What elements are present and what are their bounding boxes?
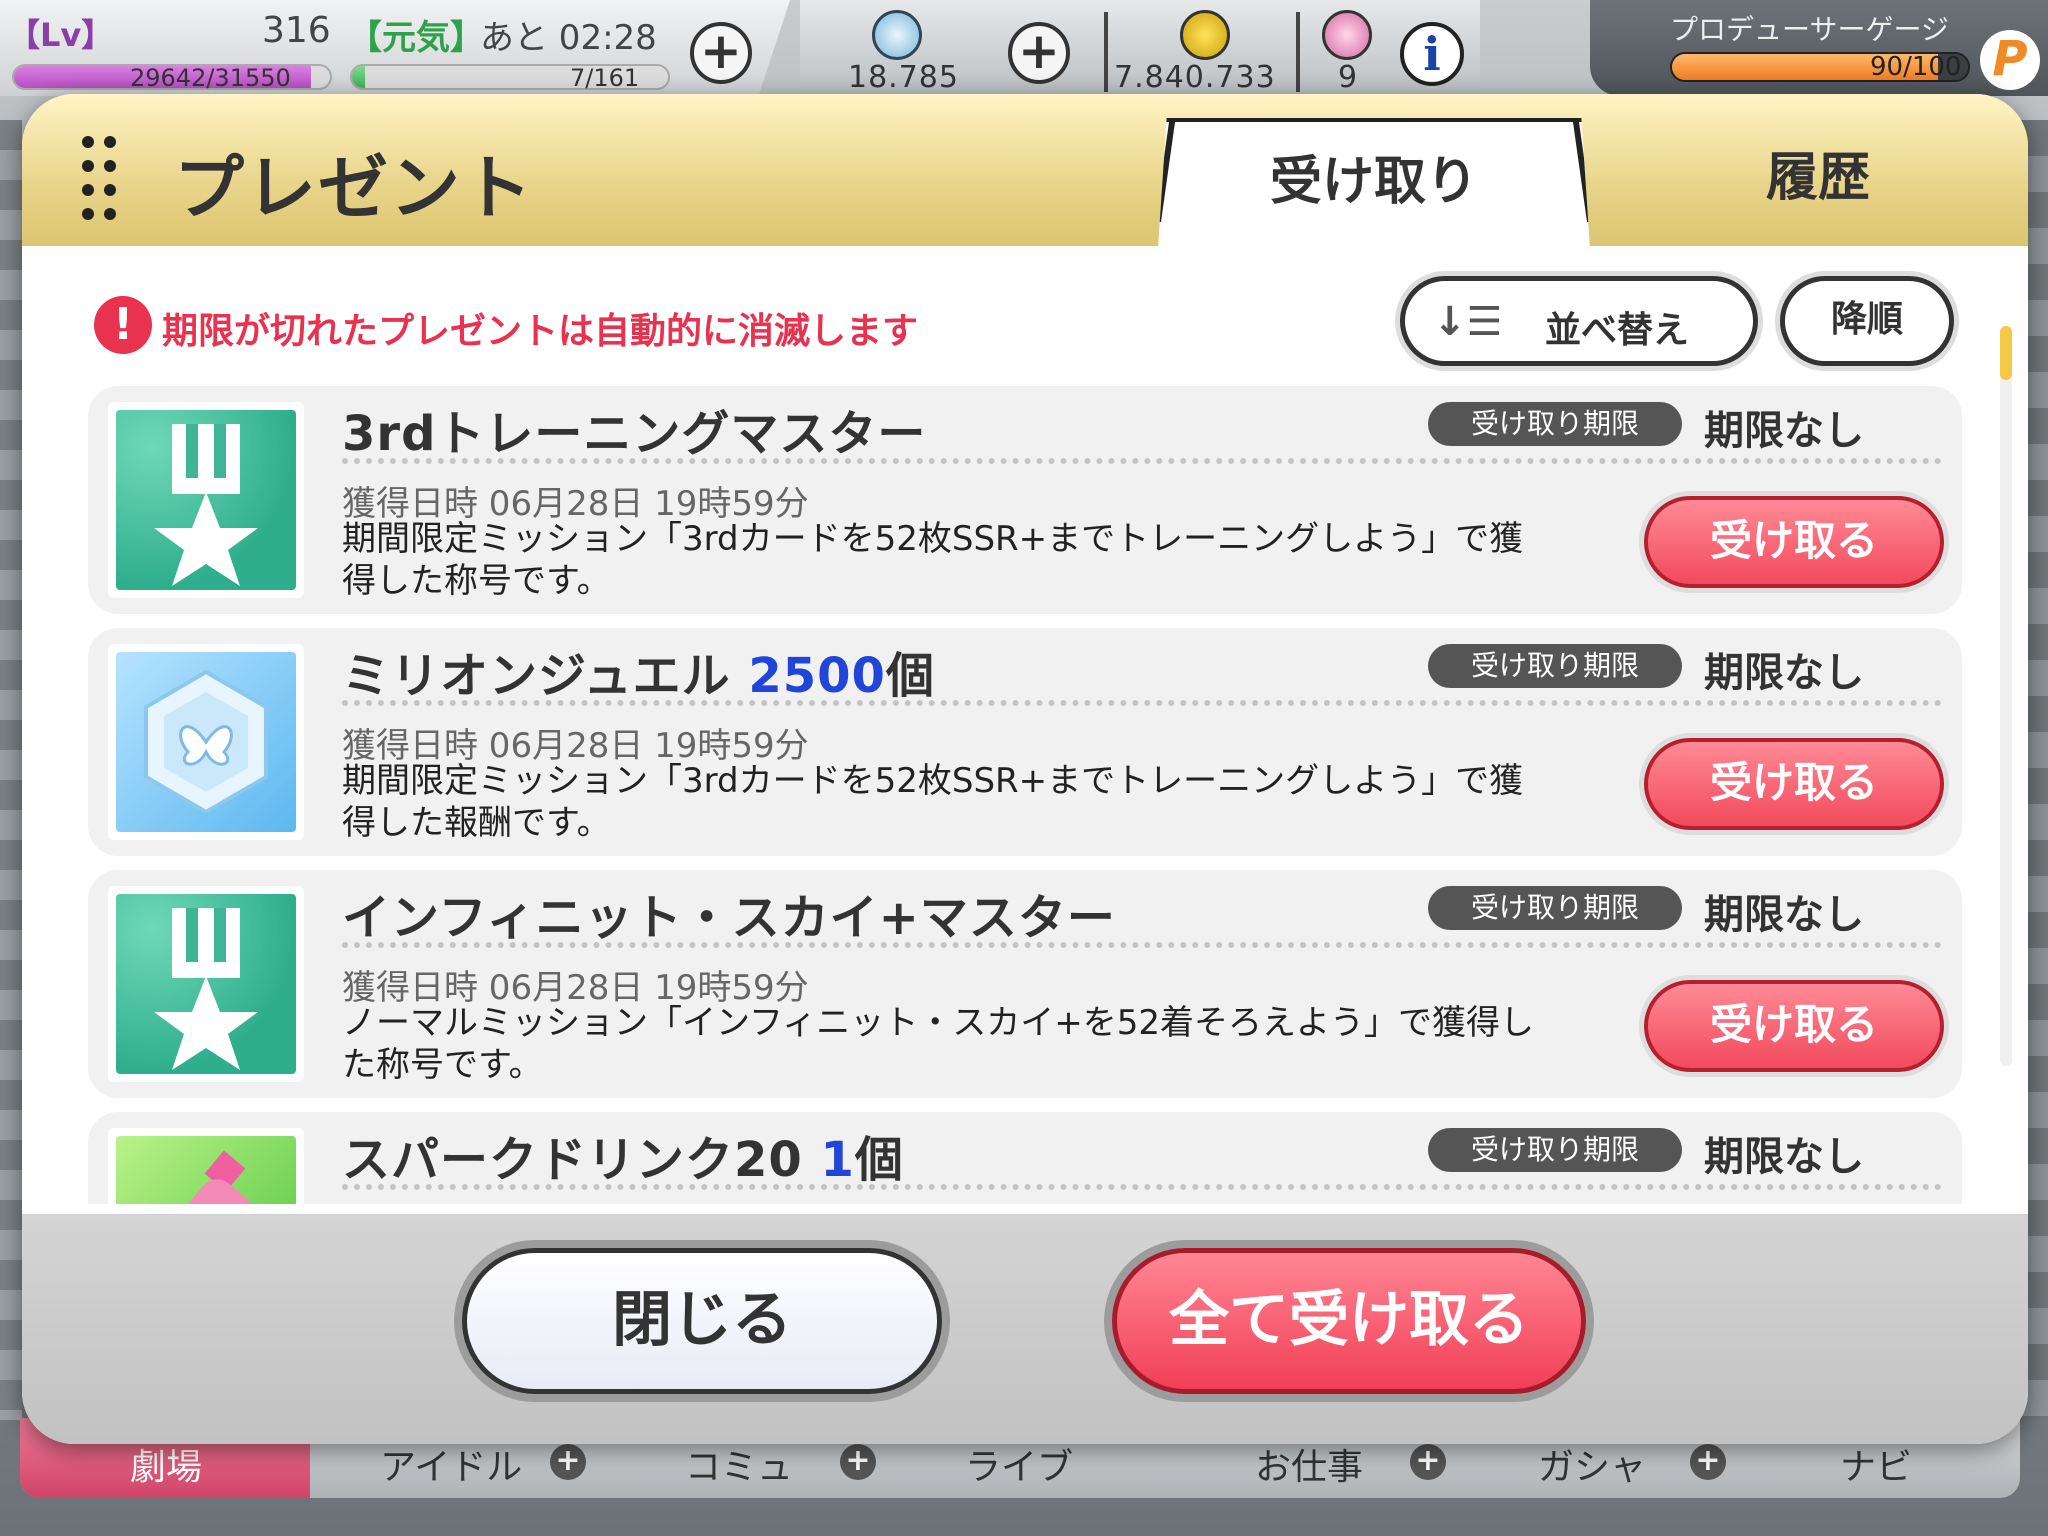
tab-history[interactable]: 履歴 (1608, 118, 2028, 248)
item-thumbnail (108, 402, 304, 598)
exp-text: 29642/31550 (130, 64, 291, 92)
receive-button[interactable]: 受け取る (1644, 496, 1944, 588)
limit-badge: 受け取り期限 (1428, 402, 1682, 446)
sort-icon: ↓☰ (1433, 299, 1503, 345)
list-item: スパークドリンク20 1個 受け取り期限 期限なし (88, 1112, 1962, 1204)
limit-badge: 受け取り期限 (1428, 1128, 1682, 1172)
jewel-count: 18.785 (848, 60, 959, 95)
add-jewel-button[interactable]: + (1008, 22, 1070, 84)
producer-gauge-label: プロデューサーゲージ (1670, 13, 1949, 46)
genki-label: 【元気】 (348, 18, 484, 58)
modal-footer: 閉じる 全て受け取る (22, 1214, 2028, 1444)
producer-gauge-text: 90/100 (1870, 52, 1962, 82)
limit-value: 期限なし (1704, 650, 1864, 696)
producer-p-icon[interactable]: P (1980, 30, 2040, 90)
stamina-timer: あと 02:28 (480, 18, 657, 58)
sort-button-label: 並べ替え (1545, 310, 1690, 351)
item-title: 3rdトレーニングマスター (342, 406, 927, 462)
list-scrollbar[interactable] (2000, 326, 2012, 1066)
nav-item-commu[interactable]: コミュ (685, 1438, 793, 1490)
limit-value: 期限なし (1704, 892, 1864, 938)
item-thumbnail (108, 1128, 304, 1204)
nav-item-navi[interactable]: ナビ (1840, 1438, 1912, 1490)
item-thumbnail (108, 644, 304, 840)
nav-item-live[interactable]: ライブ (965, 1438, 1073, 1490)
list-item: インフィニット・スカイ+マスター 受け取り期限 期限なし 獲得日時 06月28日… (88, 870, 1962, 1098)
dotted-divider (342, 1184, 1942, 1190)
level-badge: 【Lv】 (8, 16, 114, 54)
add-stamina-button[interactable]: + (690, 22, 752, 84)
receive-button[interactable]: 受け取る (1644, 980, 1944, 1072)
jewel-icon (872, 10, 922, 60)
list-item: ミリオンジュエル 2500個 受け取り期限 期限なし 獲得日時 06月28日 1… (88, 628, 1962, 856)
grip-handle-icon (82, 136, 122, 220)
currency-divider (1296, 12, 1300, 92)
modal-header: プレゼント 受け取り 履歴 (22, 94, 2028, 248)
dotted-divider (342, 942, 1942, 948)
dotted-divider (342, 458, 1942, 464)
limit-value: 期限なし (1704, 408, 1864, 454)
limit-badge: 受け取り期限 (1428, 886, 1682, 930)
nav-plus-icon: + (550, 1444, 586, 1480)
nav-item-theater[interactable]: 劇場 (130, 1438, 202, 1490)
nav-item-gacha[interactable]: ガシャ (1538, 1438, 1646, 1490)
present-content: ! 期限が切れたプレゼントは自動的に消滅します ↓☰ 並べ替え 降順 3rdトレ… (22, 246, 2028, 1214)
money-count: 7.840.733 (1114, 60, 1276, 95)
info-button[interactable]: i (1400, 22, 1464, 86)
item-title: スパークドリンク20 1個 (342, 1132, 904, 1188)
drink-icon (116, 1136, 296, 1204)
medal-icon (116, 894, 296, 1074)
top-status-bar: 【Lv】 316 【元気】 あと 02:28 29642/31550 7/161… (0, 0, 2048, 100)
limit-value: 期限なし (1704, 1134, 1864, 1180)
sort-button[interactable]: ↓☰ 並べ替え (1400, 276, 1758, 366)
expiry-warning-text: 期限が切れたプレゼントは自動的に消滅します (162, 311, 919, 352)
jewel-icon (116, 652, 296, 832)
dotted-divider (342, 700, 1942, 706)
item-title: ミリオンジュエル 2500個 (342, 648, 935, 704)
item-description: 期間限定ミッション「3rdカードを52枚SSR+までトレーニングしよう」で獲得し… (342, 519, 1524, 601)
ticket-count: 9 (1338, 60, 1359, 95)
nav-plus-icon: + (1690, 1444, 1726, 1480)
nav-item-work[interactable]: お仕事 (1255, 1438, 1363, 1490)
list-item: 3rdトレーニングマスター 受け取り期限 期限なし 獲得日時 06月28日 19… (88, 386, 1962, 614)
order-toggle-button[interactable]: 降順 (1780, 276, 1954, 366)
close-button[interactable]: 閉じる (462, 1248, 942, 1394)
stamina-text: 7/161 (570, 64, 640, 92)
level-value: 316 (262, 10, 331, 51)
nav-plus-icon: + (1410, 1444, 1446, 1480)
scrollbar-thumb[interactable] (2000, 326, 2012, 380)
receive-all-button[interactable]: 全て受け取る (1112, 1248, 1586, 1394)
present-modal: プレゼント 受け取り 履歴 ! 期限が切れたプレゼントは自動的に消滅します ↓☰… (22, 94, 2028, 1444)
limit-badge: 受け取り期限 (1428, 644, 1682, 688)
receive-button[interactable]: 受け取る (1644, 738, 1944, 830)
producer-gauge-panel: プロデューサーゲージ 90/100 P (1590, 0, 2048, 96)
medal-icon (116, 410, 296, 590)
nav-plus-icon: + (840, 1444, 876, 1480)
warning-icon: ! (94, 296, 152, 354)
present-list[interactable]: 3rdトレーニングマスター 受け取り期限 期限なし 獲得日時 06月28日 19… (88, 386, 1984, 1204)
item-description: ノーマルミッション「インフィニット・スカイ+を52着そろえよう」で獲得した称号で… (342, 1003, 1535, 1085)
money-coin-icon (1180, 10, 1230, 60)
background-left-decoration (0, 120, 22, 1420)
tab-receive[interactable]: 受け取り (1158, 118, 1590, 248)
item-description: 期間限定ミッション「3rdカードを52枚SSR+までトレーニングしよう」で獲得し… (342, 761, 1524, 843)
item-thumbnail (108, 886, 304, 1082)
nav-item-idol[interactable]: アイドル (380, 1438, 522, 1490)
stamina-bar-fill (352, 66, 365, 88)
modal-title: プレゼント (174, 147, 534, 229)
item-title: インフィニット・スカイ+マスター (342, 890, 1116, 946)
ticket-icon (1322, 10, 1372, 60)
currency-divider (1104, 12, 1108, 92)
